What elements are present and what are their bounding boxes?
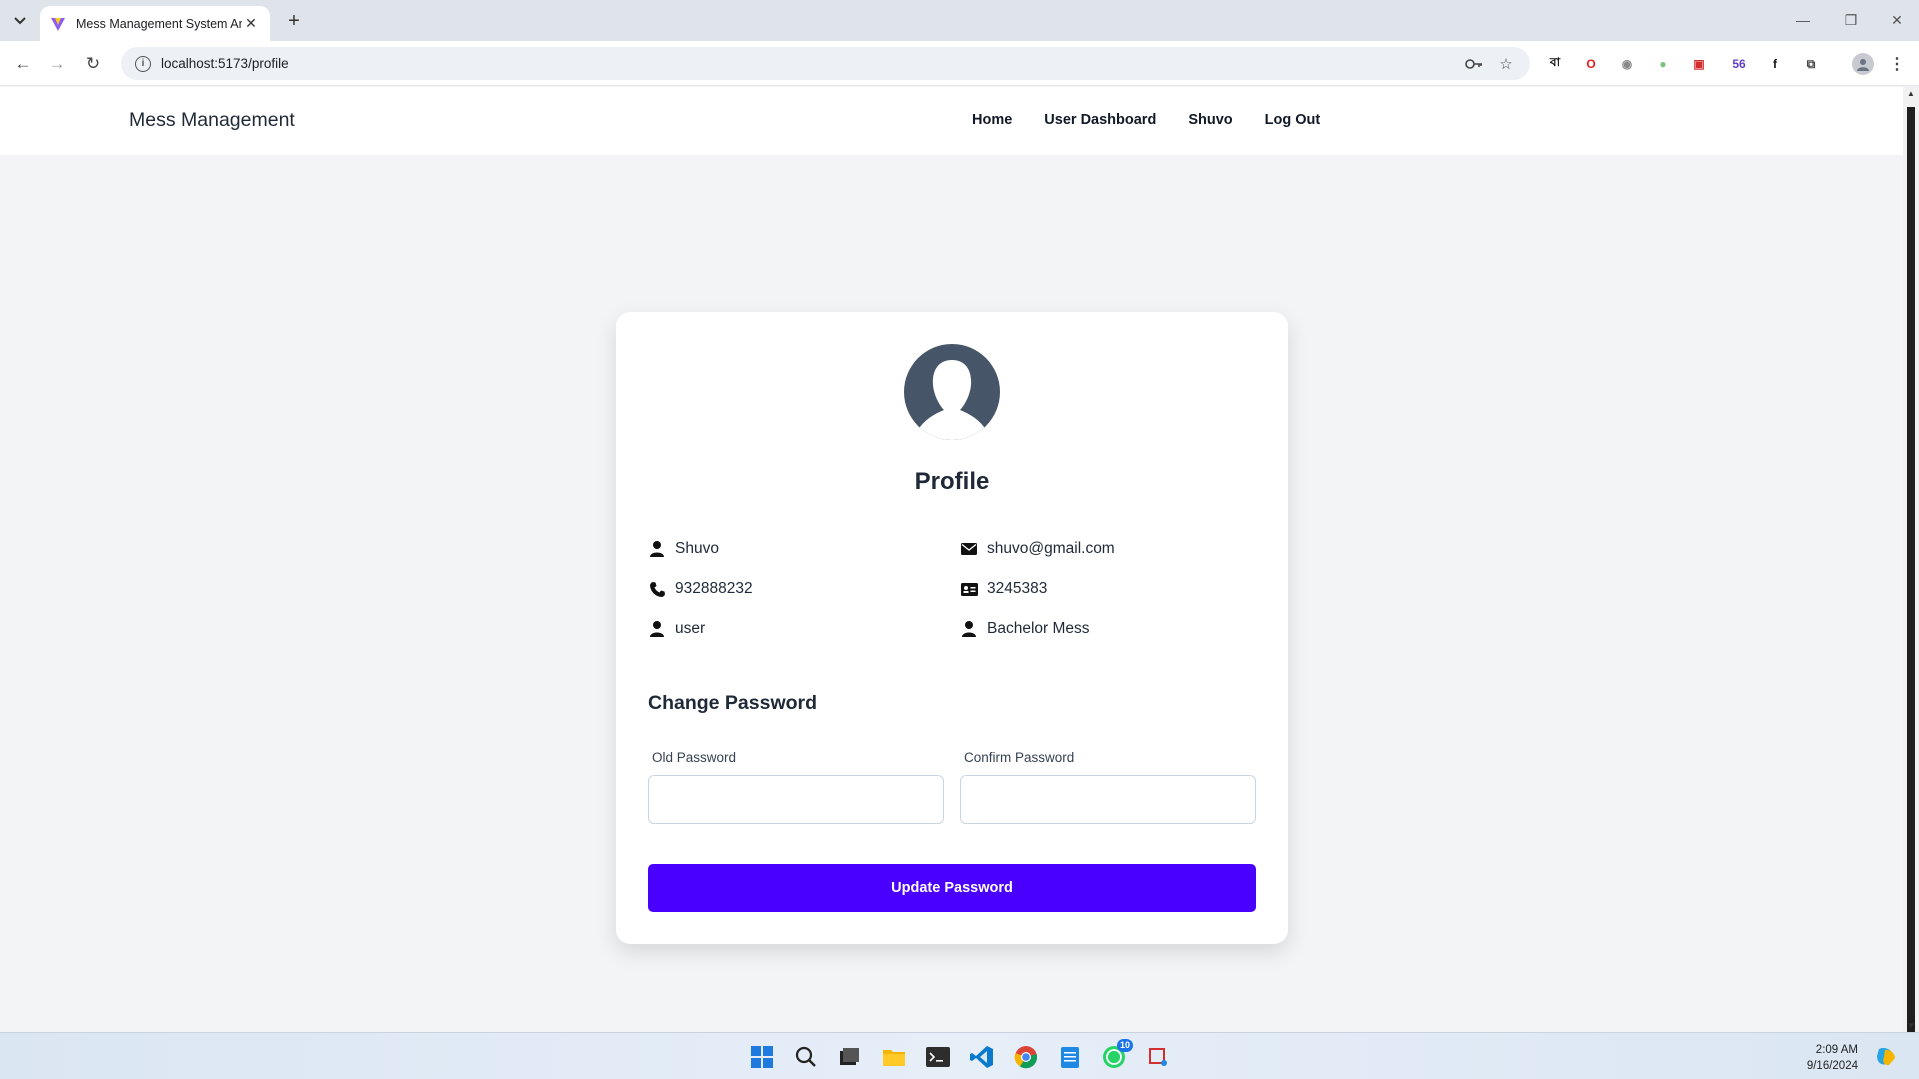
notepad-icon[interactable] xyxy=(1056,1043,1084,1071)
nav-links: Home User Dashboard Shuvo Log Out xyxy=(972,112,1320,128)
tab-close-icon[interactable]: ✕ xyxy=(242,15,260,33)
browser-tab[interactable]: Mess Management System Arm ✕ xyxy=(40,6,270,41)
confirm-password-label: Confirm Password xyxy=(964,750,1075,765)
nav-link-logout[interactable]: Log Out xyxy=(1265,112,1321,128)
browser-tabstrip: Mess Management System Arm ✕ + — ❐ ✕ xyxy=(0,0,1919,41)
clock-time: 2:09 AM xyxy=(1815,1044,1858,1056)
user-mess-icon xyxy=(960,620,978,638)
profile-mess: Bachelor Mess xyxy=(987,620,1090,637)
opera-extension-icon[interactable]: O xyxy=(1580,53,1602,75)
confirm-password-input[interactable] xyxy=(960,775,1256,824)
new-tab-icon[interactable]: + xyxy=(281,8,307,34)
bangla-extension-icon[interactable]: বা xyxy=(1544,53,1566,75)
snipping-tool-icon[interactable] xyxy=(1144,1043,1172,1071)
info-id-card: 3245383 xyxy=(960,580,1047,598)
info-email: shuvo@gmail.com xyxy=(960,540,1115,558)
info-phone: 932888232 xyxy=(648,580,753,598)
whatsapp-badge: 10 xyxy=(1116,1039,1133,1052)
font-extension-icon[interactable]: f xyxy=(1764,53,1786,75)
menu-kebab-icon[interactable]: ⋮ xyxy=(1886,53,1908,75)
user-icon xyxy=(648,540,666,558)
search-icon[interactable] xyxy=(792,1043,820,1071)
windows-start-icon[interactable] xyxy=(748,1043,776,1071)
update-password-button[interactable]: Update Password xyxy=(648,864,1256,912)
scroll-down-icon[interactable]: ▼ xyxy=(1907,1022,1915,1030)
profile-avatar-icon[interactable] xyxy=(1852,53,1874,75)
profile-id-number: 3245383 xyxy=(987,580,1048,597)
browser-toolbar: ← → ↻ i localhost:5173/profile ☆ বা O ◉ ● ▣ 5… xyxy=(0,41,1919,86)
url-text[interactable]: localhost:5173/profile xyxy=(161,56,1452,71)
nav-link-home[interactable]: Home xyxy=(972,112,1012,128)
password-key-icon[interactable] xyxy=(1464,54,1484,74)
tab-title: Mess Management System Arm xyxy=(76,16,242,31)
scrollbar-thumb[interactable] xyxy=(1907,107,1915,1037)
file-explorer-icon[interactable] xyxy=(880,1043,908,1071)
copilot-icon[interactable] xyxy=(1872,1043,1900,1071)
address-bar[interactable]: i localhost:5173/profile ☆ xyxy=(121,47,1530,80)
profile-title: Profile xyxy=(914,468,990,495)
terminal-icon[interactable] xyxy=(924,1043,952,1071)
info-mess: Bachelor Mess xyxy=(960,620,1090,638)
profile-email: shuvo@gmail.com xyxy=(987,540,1115,557)
old-password-input[interactable] xyxy=(648,775,944,824)
forward-icon[interactable]: → xyxy=(44,51,70,77)
pdf-extension-icon[interactable]: ▣ xyxy=(1688,53,1710,75)
windows-taskbar: 10 2:09 AM 9/16/2024 xyxy=(0,1032,1919,1079)
close-window-icon[interactable]: ✕ xyxy=(1882,8,1912,32)
envelope-icon xyxy=(960,540,978,558)
id-card-icon xyxy=(960,580,978,598)
vite-favicon-icon xyxy=(51,17,65,31)
profile-role: user xyxy=(675,620,706,637)
taskbar-clock[interactable]: 2:09 AM 9/16/2024 xyxy=(1790,1042,1858,1074)
tab-search-chevron-icon[interactable] xyxy=(8,9,32,33)
reload-icon[interactable]: ↻ xyxy=(80,51,106,77)
whatsapp-icon[interactable]: 10 xyxy=(1100,1039,1133,1071)
color-extension-icon[interactable]: ● xyxy=(1652,53,1674,75)
user-role-icon xyxy=(648,620,666,638)
brand-logo[interactable]: Mess Management xyxy=(129,109,295,132)
profile-phone: 932888232 xyxy=(675,580,753,597)
user-silhouette-icon xyxy=(918,360,986,440)
info-role: user xyxy=(648,620,705,638)
nav-link-username[interactable]: Shuvo xyxy=(1188,112,1232,128)
phone-icon xyxy=(648,580,666,598)
vscode-icon[interactable] xyxy=(968,1043,996,1071)
profile-name: Shuvo xyxy=(675,540,719,557)
minimize-icon[interactable]: — xyxy=(1788,8,1818,32)
app-navbar: Mess Management Home User Dashboard Shuv… xyxy=(0,87,1903,155)
restore-icon[interactable]: ❐ xyxy=(1836,8,1866,32)
back-icon[interactable]: ← xyxy=(10,51,36,77)
change-password-title: Change Password xyxy=(648,692,818,714)
task-view-icon[interactable] xyxy=(835,1043,863,1071)
old-password-label: Old Password xyxy=(652,750,737,765)
bookmark-star-icon[interactable]: ☆ xyxy=(1496,54,1516,74)
puzzle-extensions-icon[interactable]: ⧉ xyxy=(1800,53,1822,75)
scroll-up-icon[interactable]: ▲ xyxy=(1907,90,1915,98)
nav-link-user-dashboard[interactable]: User Dashboard xyxy=(1044,112,1156,128)
info-name: Shuvo xyxy=(648,540,719,558)
avatar xyxy=(904,344,1000,440)
site-info-icon[interactable]: i xyxy=(135,55,151,72)
page-scrollbar[interactable]: ▲ ▼ xyxy=(1903,87,1919,1037)
profile-card: Profile Shuvo shuvo@gmail.com 932888232 … xyxy=(616,312,1288,944)
chrome-icon[interactable] xyxy=(1012,1043,1040,1071)
github-extension-icon[interactable]: 56 xyxy=(1728,53,1750,75)
clock-date: 9/16/2024 xyxy=(1806,1060,1858,1072)
camera-extension-icon[interactable]: ◉ xyxy=(1616,53,1638,75)
